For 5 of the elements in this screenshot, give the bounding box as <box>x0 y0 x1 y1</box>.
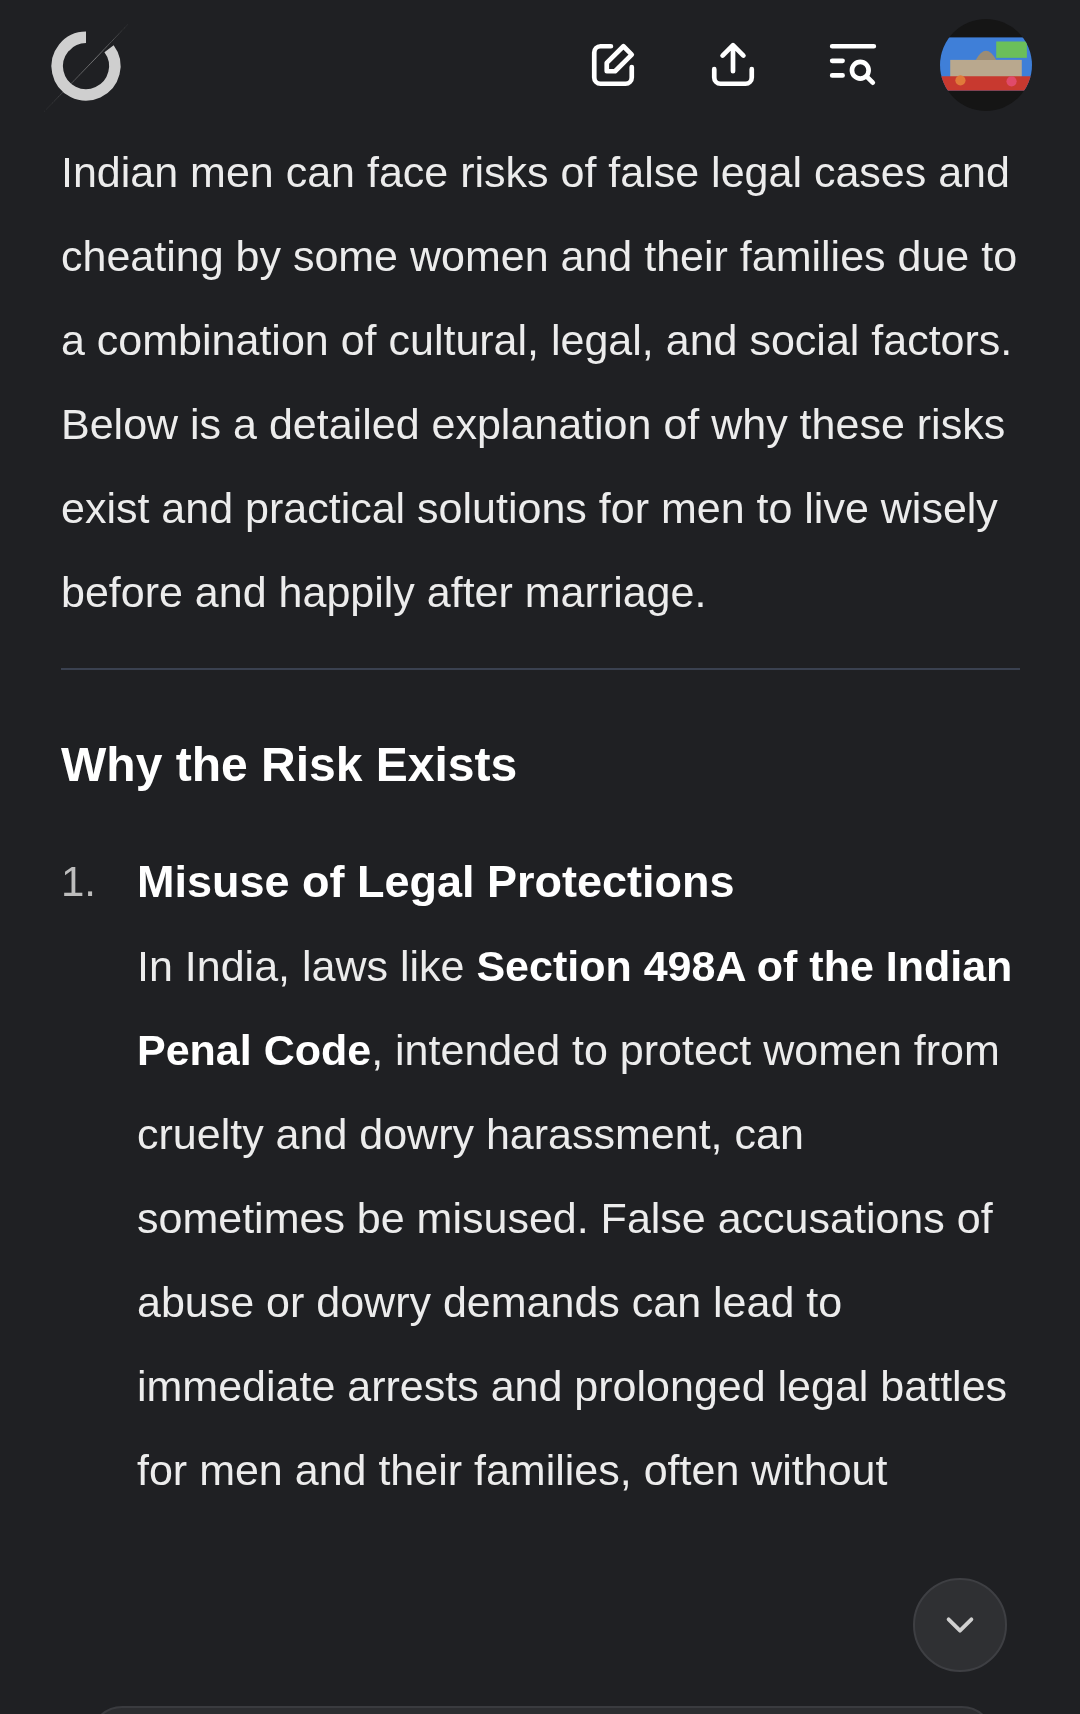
section-heading: Why the Risk Exists <box>61 737 519 793</box>
list-number: 1. <box>61 857 98 907</box>
item-title: Misuse of Legal Protections <box>137 855 736 909</box>
intro-paragraph: Indian men can face risks of false legal cases and cheating by some women and their families due to a combination of cultural, legal, and social factors. Below is a detailed explanation of why these risks exist and practical solutions for men to live wisely before and happily after marriage. <box>61 147 1019 618</box>
item-paragraph: In India, laws like Section 498A of the Indian Penal Code, intended to protect women from cruelty and dowry harassment, can sometimes be misused. False accusations of abuse or dowry demands can lead to immediate arrests and prolonged legal battles for men and their families, often without <box>137 941 1014 1496</box>
